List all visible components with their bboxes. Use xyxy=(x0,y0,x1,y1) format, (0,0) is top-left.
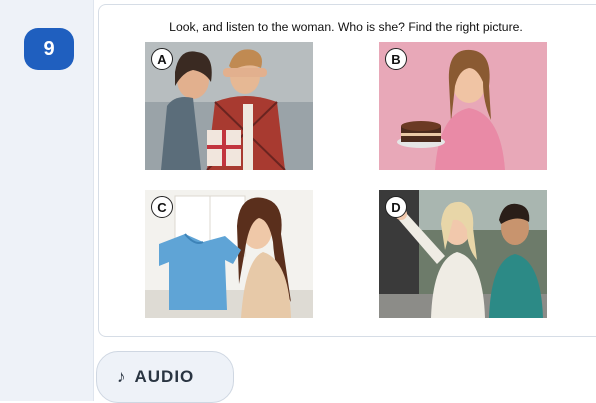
question-sidebar: 9 xyxy=(0,0,94,401)
option-c-picture[interactable]: C xyxy=(145,190,313,318)
option-b-letter: B xyxy=(385,48,407,70)
option-a-letter: A xyxy=(151,48,173,70)
exercise-page: 9 Look, and listen to the woman. Who is … xyxy=(0,0,596,403)
option-c-letter: C xyxy=(151,196,173,218)
option-b-picture[interactable]: B xyxy=(379,42,547,170)
question-number-badge: 9 xyxy=(24,28,74,70)
audio-button-label: AUDIO xyxy=(134,367,195,386)
question-instruction: Look, and listen to the woman. Who is sh… xyxy=(169,20,523,34)
option-d-picture[interactable]: D xyxy=(379,190,547,318)
option-d-letter: D xyxy=(385,196,407,218)
question-card: Look, and listen to the woman. Who is sh… xyxy=(98,4,596,337)
audio-button[interactable]: ♪ AUDIO xyxy=(96,351,234,403)
music-note-icon: ♪ xyxy=(117,367,127,386)
option-a-picture[interactable]: A xyxy=(145,42,313,170)
